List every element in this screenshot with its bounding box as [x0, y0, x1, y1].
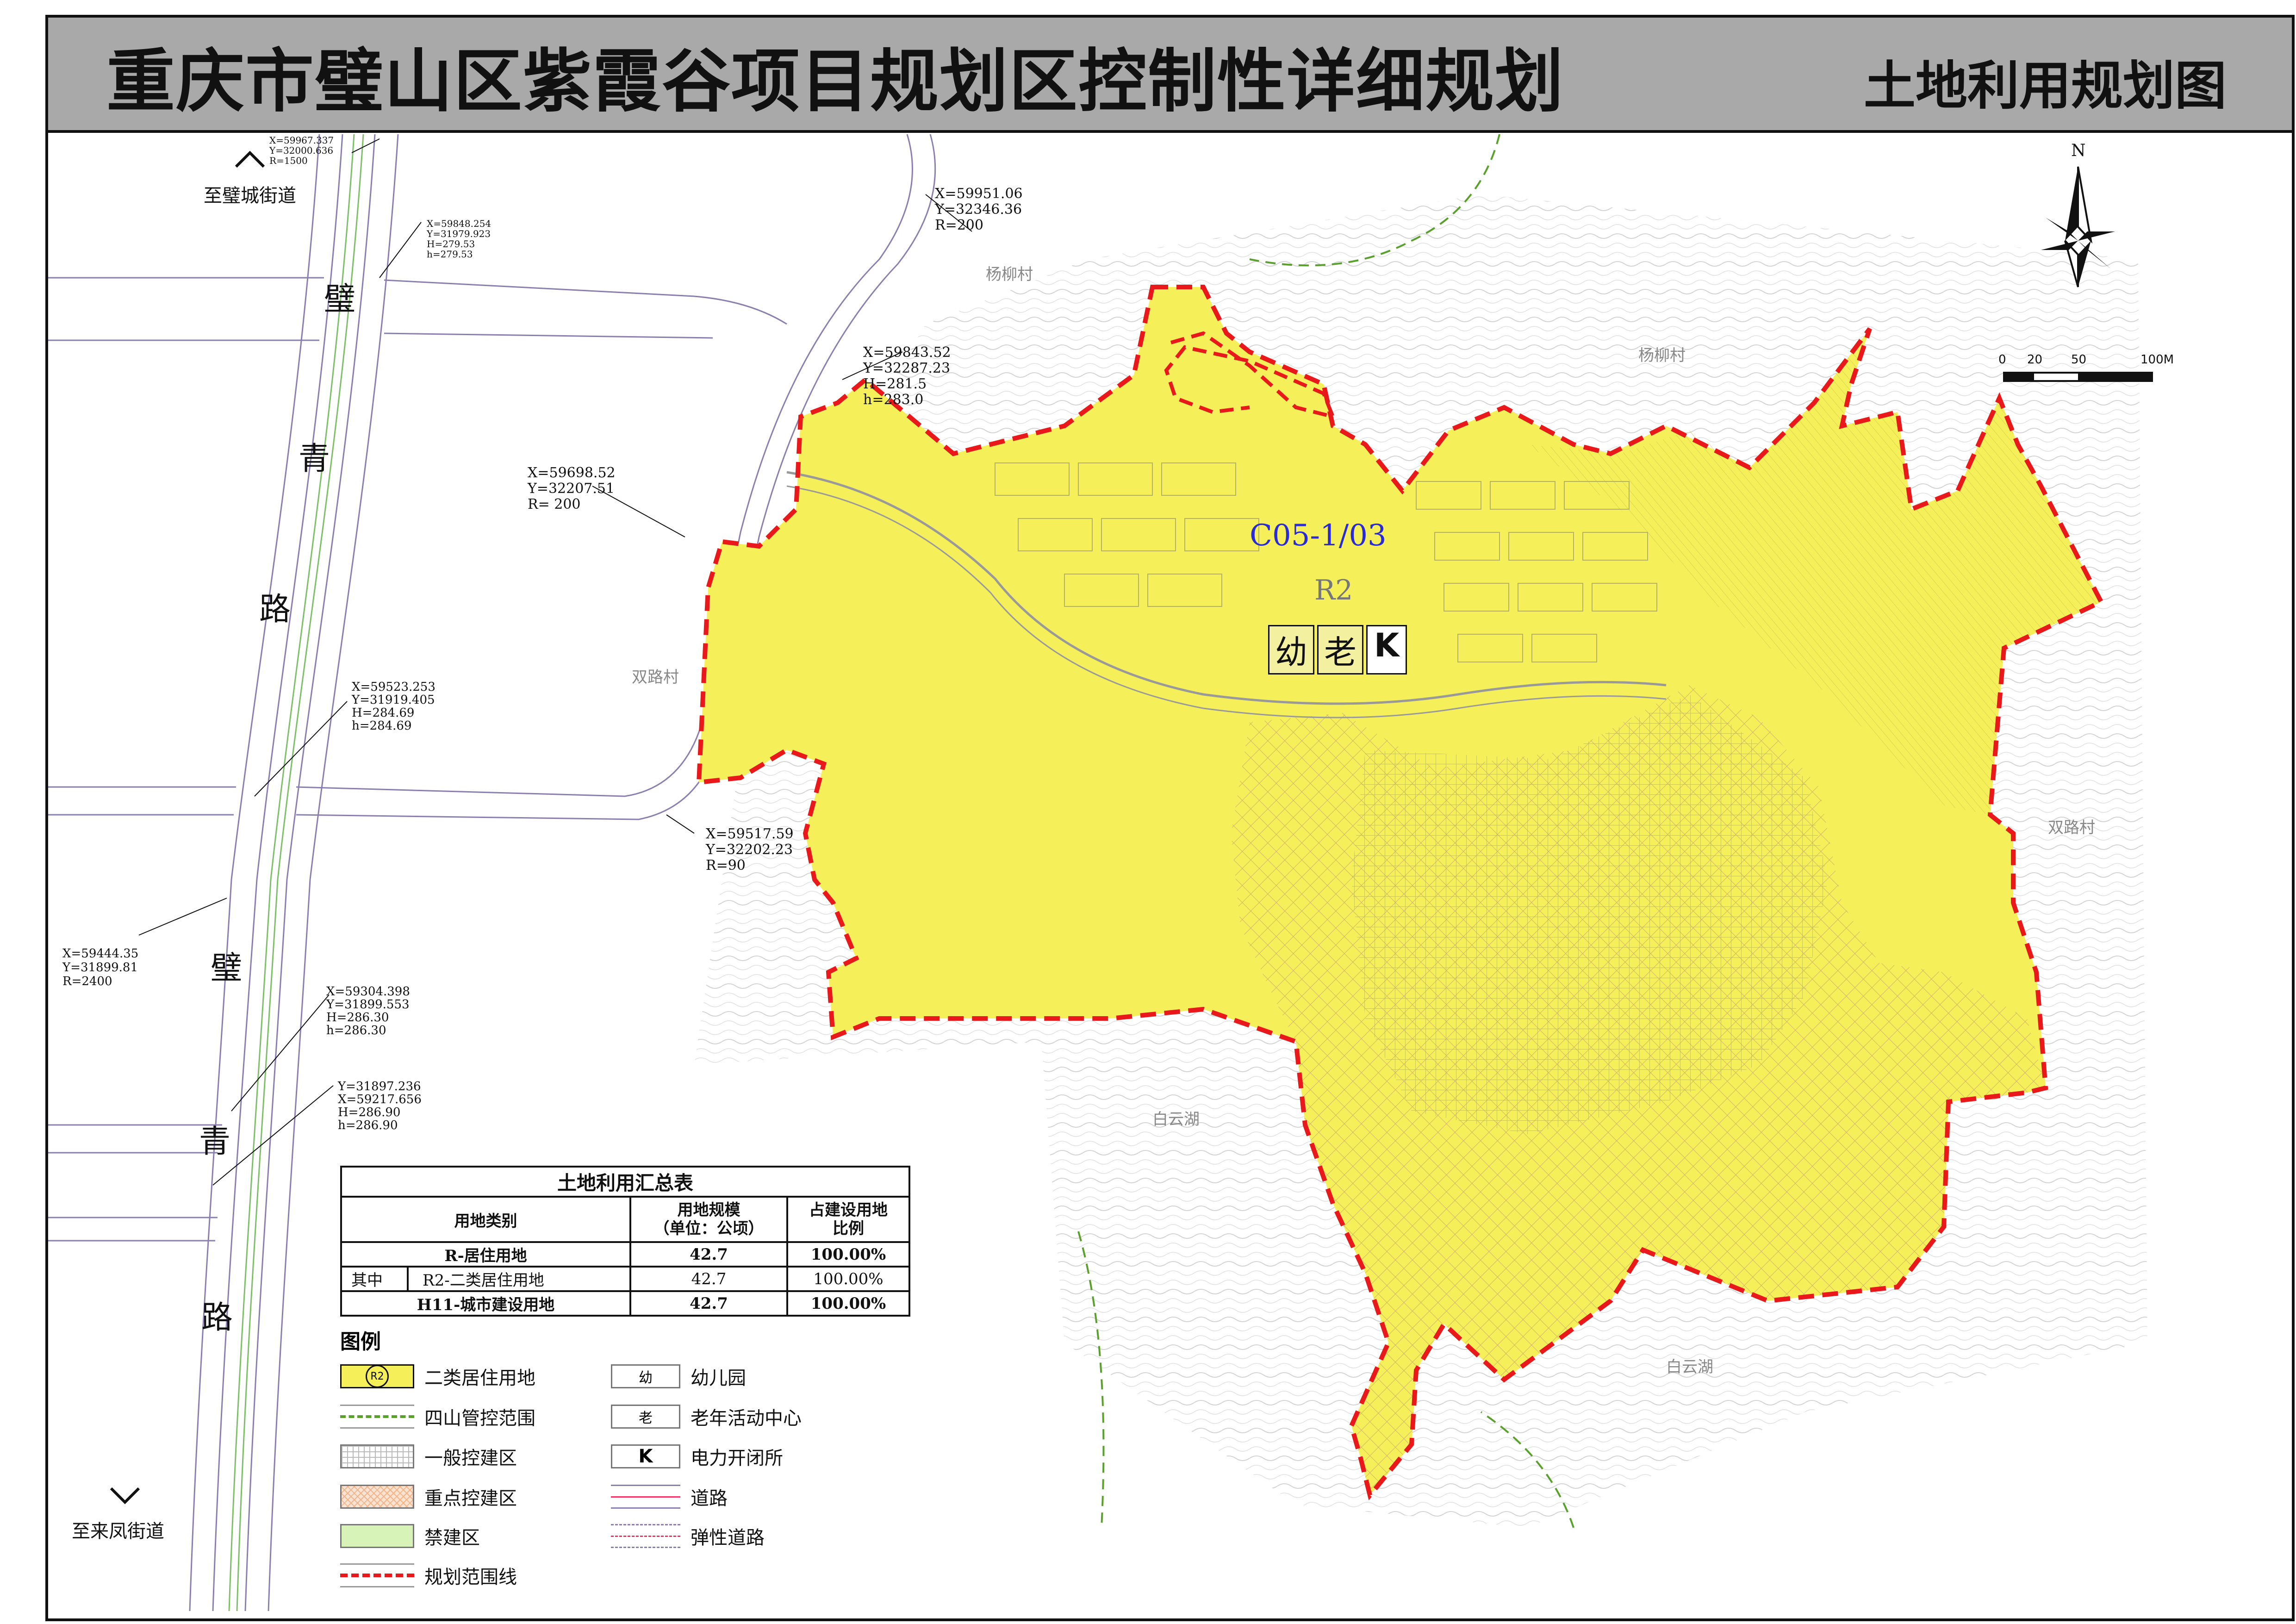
village-label: 双路村	[2048, 818, 2095, 837]
road-name-char: 青	[299, 441, 330, 477]
legend-item: 幼 幼儿园	[611, 1363, 746, 1389]
north-label: N	[2071, 141, 2086, 160]
road-name-char: 路	[201, 1299, 233, 1336]
legend-item: R2 二类居住用地	[340, 1363, 535, 1389]
parcel-landuse: R2	[1314, 574, 1353, 606]
legend-swatch-boundary	[340, 1563, 414, 1587]
legend-item: 一般控建区	[340, 1443, 517, 1469]
power-station-symbol: K	[1366, 625, 1407, 675]
road-name-char: 青	[199, 1124, 231, 1160]
legend-label: 禁建区	[424, 1527, 480, 1549]
power-station-icon: K	[638, 1446, 653, 1467]
coord-label: X=59444.35 Y=31899.81 R=2400	[62, 947, 139, 988]
legend-label: 电力开闭所	[691, 1448, 783, 1469]
coord-label: X=59967.337 Y=32000.636 R=1500	[269, 135, 334, 166]
legend-swatch-residential: R2	[340, 1364, 414, 1388]
coord-label: X=59698.52 Y=32207.51 R= 200	[528, 465, 616, 512]
legend-item: 禁建区	[340, 1523, 480, 1549]
elderly-center-icon: 老	[639, 1410, 653, 1426]
summary-row-category: R-居住用地	[340, 1241, 632, 1268]
legend-item: 四山管控范围	[340, 1404, 535, 1430]
summary-row-group: 其中	[351, 1268, 409, 1290]
coord-label: X=59523.253 Y=31919.405 H=284.69 h=284.6…	[352, 680, 436, 733]
legend-item: 弹性道路	[611, 1523, 765, 1549]
summary-row-category: R2-二类居住用地	[423, 1271, 544, 1290]
coord-label: X=59848.254 Y=31979.923 H=279.53 h=279.5…	[427, 218, 492, 260]
legend-label: 弹性道路	[691, 1527, 765, 1549]
legend-item: 规划范围线	[340, 1562, 517, 1588]
coord-label: X=59951.06 Y=32346.36 R=200	[935, 186, 1023, 233]
legend-label: 幼儿园	[691, 1368, 746, 1389]
scale-label-0: 0	[1998, 353, 2006, 367]
legend-label: 二类居住用地	[424, 1368, 535, 1389]
legend-swatch-general-control	[340, 1444, 414, 1468]
road-name-char: 路	[259, 591, 291, 628]
legend-swatch-kindergarten: 幼	[611, 1364, 680, 1388]
legend-label: 道路	[691, 1488, 728, 1509]
summary-table-title: 土地利用汇总表	[340, 1166, 910, 1198]
red-dashed-line-icon	[340, 1574, 414, 1577]
flexible-road-line-icon	[611, 1535, 680, 1537]
summary-header-area: 用地规模 （单位：公顷）	[629, 1196, 788, 1243]
coord-label: Y=31897.236 X=59217.656 H=286.90 h=286.9…	[338, 1080, 422, 1132]
legend-label: 规划范围线	[424, 1567, 517, 1588]
summary-row-subcategory: 其中 R2-二类居住用地	[340, 1266, 632, 1292]
summary-header-ratio: 占建设用地 比例	[786, 1196, 911, 1243]
legend-swatch-no-build	[340, 1524, 414, 1548]
coord-label: X=59304.398 Y=31899.553 H=286.30 h=286.3…	[326, 985, 410, 1037]
road-name-char: 璧	[211, 950, 243, 987]
legend-swatch-elderly: 老	[611, 1405, 680, 1429]
coord-label: X=59843.52 Y=32287.23 H=281.5 h=283.0	[863, 344, 951, 408]
r2-symbol: R2	[366, 1365, 389, 1388]
road-line-icon	[611, 1496, 680, 1498]
summary-row-area: 42.7	[629, 1241, 788, 1268]
legend-item: 重点控建区	[340, 1484, 517, 1510]
village-label: 双路村	[632, 668, 679, 687]
direction-bottom: 至来凤街道	[72, 1521, 164, 1542]
scale-label-20: 20	[2027, 353, 2043, 367]
village-label: 杨柳村	[986, 265, 1033, 284]
scale-label-50: 50	[2071, 353, 2087, 367]
legend-swatch-key-control	[340, 1485, 414, 1509]
green-dashed-line-icon	[340, 1415, 414, 1418]
legend-title: 图例	[340, 1330, 381, 1354]
summary-header-category: 用地类别	[340, 1196, 632, 1243]
legend-item: 道路	[611, 1484, 728, 1510]
village-label: 白云湖	[1152, 1110, 1200, 1129]
scale-label-100m: 100M	[2140, 353, 2174, 367]
summary-row-ratio: 100.00%	[786, 1241, 911, 1268]
direction-top: 至璧城街道	[204, 185, 296, 206]
kindergarten-symbol: 幼	[1268, 625, 1314, 675]
village-label: 白云湖	[1666, 1358, 1713, 1376]
summary-row-category: H11-城市建设用地	[340, 1290, 632, 1317]
legend-swatch-flexible-road	[611, 1524, 680, 1548]
coord-label: X=59517.59 Y=32202.23 R=90	[706, 826, 794, 874]
road-name-char: 璧	[324, 281, 356, 318]
legend-item: 老 老年活动中心	[611, 1404, 802, 1430]
summary-row-area: 42.7	[629, 1266, 788, 1292]
legend-swatch-power: K	[611, 1444, 680, 1468]
village-label: 杨柳村	[1638, 346, 1686, 365]
legend-swatch-road	[611, 1485, 680, 1509]
legend-label: 重点控建区	[424, 1488, 517, 1509]
parcel-code: C05-1/03	[1250, 518, 1387, 553]
land-use-summary-table: 土地利用汇总表 用地类别 用地规模 （单位：公顷） 占建设用地 比例 R-居住用…	[340, 1166, 911, 1317]
legend-swatch-sishan	[340, 1405, 414, 1429]
summary-row-ratio: 100.00%	[786, 1266, 911, 1292]
legend-label: 一般控建区	[424, 1448, 517, 1469]
summary-row-area: 42.7	[629, 1290, 788, 1317]
legend-item: K 电力开闭所	[611, 1443, 783, 1469]
parcel-facilities: 幼 老 K	[1268, 625, 1407, 675]
elderly-center-symbol: 老	[1317, 625, 1363, 675]
summary-row-ratio: 100.00%	[786, 1290, 911, 1317]
legend-label: 老年活动中心	[691, 1408, 802, 1429]
legend-label: 四山管控范围	[424, 1408, 535, 1429]
kindergarten-icon: 幼	[639, 1370, 653, 1386]
